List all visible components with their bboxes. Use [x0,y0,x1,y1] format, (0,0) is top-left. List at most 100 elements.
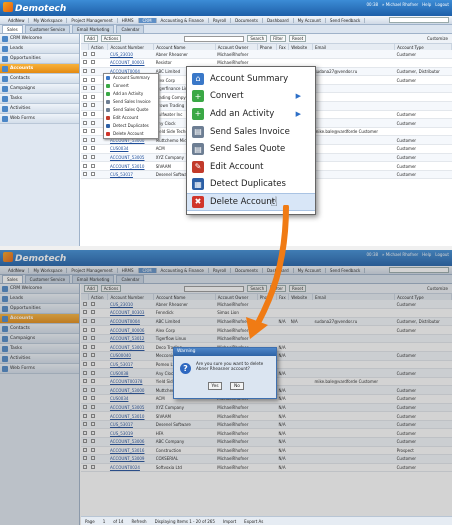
account-number-link[interactable]: ACCOUNT_00003 [107,58,154,68]
menu-item[interactable]: Accounting & Finance [157,17,209,23]
account-number-link[interactable]: CUS0034 [107,144,154,154]
row-checkbox-cell[interactable] [81,92,89,103]
row-action-icon[interactable] [90,94,95,99]
user-bar-item[interactable]: Logout [435,2,449,7]
row-action-icon[interactable] [90,172,95,177]
row-checkbox-cell[interactable] [81,127,89,137]
row-action-icon[interactable] [90,163,95,168]
row-checkbox[interactable] [83,137,87,142]
row-checkbox-cell[interactable] [81,75,89,85]
tab-0[interactable]: Sales [2,25,23,33]
account-number-link[interactable]: ACCOUNT_53005 [107,153,154,163]
row-checkbox-cell[interactable] [81,101,89,111]
row-checkbox-cell[interactable] [81,110,89,120]
actions-button[interactable]: Actions [100,35,122,42]
row-checkbox-cell[interactable] [81,144,89,154]
row-action-icon[interactable] [90,68,95,73]
filter-button[interactable]: Filter [270,35,287,42]
context-menu-item-quote[interactable]: ▤ Send Sales Quote [187,140,315,158]
menu-item[interactable]: My Workspace [29,17,68,23]
menu-item[interactable]: Send Feedback [326,17,366,23]
row-checkbox[interactable] [83,163,87,168]
footer-page[interactable]: 1 [103,519,106,524]
row-action-icon[interactable] [90,129,95,134]
sidebar-item[interactable]: Contacts [0,74,79,84]
menu-item[interactable]: Payroll [209,17,232,23]
row-checkbox-cell[interactable] [81,58,89,68]
tab-2[interactable]: Email Marketing [72,25,115,33]
row-checkbox[interactable] [83,111,87,116]
add-button[interactable]: Add [84,35,98,42]
row-action-icon[interactable] [90,77,95,82]
row-action-icon[interactable] [90,120,95,125]
no-button[interactable]: No [230,382,244,390]
account-number-link[interactable]: ACCOUNT_53010 [107,161,154,171]
menu-item[interactable]: Project Management [67,17,118,23]
sidebar-item[interactable]: Leads [0,44,79,54]
grid-search-input[interactable] [184,35,245,42]
context-menu-item-invoice[interactable]: ▤ Send Sales Invoice [187,123,315,141]
row-checkbox[interactable] [83,146,87,151]
row-action-icon[interactable] [90,137,95,142]
row-action-cell[interactable] [88,153,108,163]
row-checkbox[interactable] [83,129,87,134]
menu-item[interactable]: Dashboard [263,17,294,23]
row-checkbox-cell[interactable] [81,50,89,60]
tab-3[interactable]: Calendar [116,25,145,33]
menu-item[interactable]: AddNew [4,17,30,23]
row-checkbox[interactable] [83,51,87,56]
menu-item[interactable]: CRM [138,17,157,23]
row-checkbox-cell[interactable] [81,67,89,77]
global-search-input[interactable] [389,17,449,23]
sidebar-item[interactable]: Tasks [0,94,79,104]
tab-1[interactable]: Customer Service [24,25,71,33]
context-menu-item[interactable]: Send Sales Quote [104,106,158,114]
row-action-cell[interactable] [88,161,108,171]
reset-button[interactable]: Reset [289,35,307,42]
row-checkbox[interactable] [83,60,87,65]
account-number-link[interactable]: CUS_23010 [107,50,154,60]
yes-button[interactable]: Yes [208,382,222,390]
row-action-cell[interactable] [88,170,108,180]
sidebar-item[interactable]: CRM Welcome [0,34,79,44]
row-checkbox[interactable] [83,68,87,73]
context-menu-item[interactable]: Convert [104,82,158,90]
customize-link[interactable]: Customize [427,36,448,41]
row-checkbox[interactable] [83,86,87,91]
row-checkbox-cell[interactable] [81,135,89,146]
row-action-icon[interactable] [90,60,95,65]
row-checkbox-cell[interactable] [81,153,89,163]
row-action-icon[interactable] [90,146,95,151]
row-checkbox[interactable] [83,120,87,125]
sidebar-item[interactable]: Web Forms [0,114,79,124]
context-menu-item-add[interactable]: + Add an Activity ▶ [187,105,315,123]
row-action-icon[interactable] [90,51,95,56]
row-action-cell[interactable] [88,50,108,60]
row-checkbox-cell[interactable] [81,84,89,94]
sidebar-item[interactable]: Accounts [0,64,79,74]
menu-item[interactable]: HRMS [118,17,139,23]
row-checkbox[interactable] [83,154,87,159]
row-action-icon[interactable] [90,103,95,108]
row-checkbox-cell[interactable] [81,118,89,128]
menu-item[interactable]: My Account [294,17,326,23]
row-action-icon[interactable] [90,111,95,116]
row-checkbox-cell[interactable] [81,161,89,171]
footer-refresh[interactable]: Refresh [131,519,146,524]
user-bar-item[interactable]: Help [422,2,431,7]
sidebar-item[interactable]: Opportunities [0,54,79,64]
footer-export[interactable]: Export As [244,519,263,524]
context-menu-item-convert[interactable]: + Convert ▶ [187,88,315,106]
menu-item[interactable]: Documents [231,17,263,23]
footer-import[interactable]: Import [223,519,236,524]
context-menu-item[interactable]: Detect Duplicates [104,122,158,130]
row-action-cell[interactable] [88,144,108,154]
context-menu-item[interactable]: Send Sales Invoice [104,98,158,106]
context-menu-item[interactable]: Delete Account [104,130,158,138]
search-button[interactable]: Search [247,35,268,42]
row-checkbox[interactable] [83,103,87,108]
row-checkbox[interactable] [83,94,87,99]
row-action-icon[interactable] [90,154,95,159]
context-menu-item[interactable]: Edit Account [104,114,158,122]
sidebar-item[interactable]: Activities [0,104,79,114]
